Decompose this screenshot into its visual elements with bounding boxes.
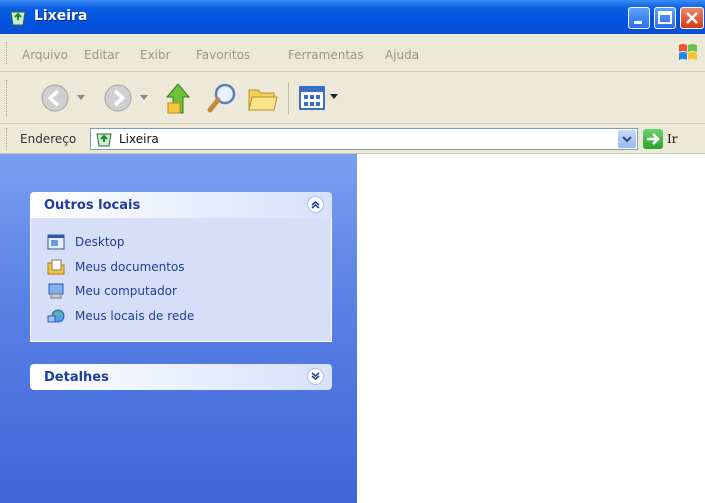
go-arrow-icon [647, 133, 660, 145]
file-list-area[interactable] [357, 154, 705, 503]
recycle-bin-icon [10, 11, 26, 26]
panel-header-outros-locais[interactable]: Outros locais [30, 192, 332, 218]
address-input[interactable]: Lixeira [90, 128, 638, 150]
task-pane: Outros locais Desktop Meus documentos Me… [0, 154, 357, 503]
menu-grip[interactable] [6, 42, 10, 64]
views-dropdown-icon[interactable] [330, 94, 338, 100]
address-dropdown-button[interactable] [618, 130, 636, 148]
panel-title-outros-locais: Outros locais [44, 198, 141, 213]
expand-button[interactable] [307, 368, 324, 385]
menu-arquivo[interactable]: Arquivo [22, 48, 68, 62]
title-bar[interactable]: Lixeira [0, 0, 705, 34]
recycle-bin-icon [96, 133, 112, 147]
views-icon[interactable] [298, 84, 328, 112]
my-computer-icon [48, 283, 64, 299]
menu-bar: Arquivo Editar Exibr Favoritos Ferrament… [0, 34, 705, 72]
location-label: Meu computador [75, 284, 177, 298]
chevron-down-icon [622, 136, 632, 143]
menu-favoritos[interactable]: Favoritos [196, 48, 250, 62]
go-label[interactable]: Ir [667, 132, 677, 146]
location-label: Meus documentos [75, 260, 185, 274]
minimize-button[interactable] [628, 7, 650, 29]
folders-icon[interactable] [246, 82, 280, 114]
address-grip[interactable] [6, 128, 10, 150]
explorer-window: Lixeira Arquivo Editar Exibr Favoritos F… [0, 0, 705, 503]
collapse-button[interactable] [307, 196, 324, 213]
menu-ajuda[interactable]: Ajuda [385, 48, 419, 62]
location-label: Desktop [75, 235, 125, 249]
back-icon[interactable] [40, 83, 70, 113]
maximize-button[interactable] [654, 7, 676, 29]
windows-logo-icon [679, 44, 697, 60]
network-places-icon [47, 309, 65, 323]
address-bar: Endereço Lixeira Ir [0, 124, 705, 154]
panel-header-detalhes[interactable]: Detalhes [30, 364, 332, 390]
chevron-up-icon [311, 201, 320, 209]
panel-title-detalhes: Detalhes [44, 370, 109, 385]
forward-dropdown-icon[interactable] [139, 94, 149, 102]
panel-body-outros-locais: Desktop Meus documentos Meu computador M… [30, 218, 332, 342]
forward-icon[interactable] [103, 83, 133, 113]
menu-editar[interactable]: Editar [84, 48, 120, 62]
menu-ferramentas[interactable]: Ferramentas [288, 48, 364, 62]
location-label: Meus locais de rede [75, 309, 195, 323]
close-icon [686, 12, 698, 24]
maximize-icon [658, 11, 672, 24]
toolbar [0, 72, 705, 124]
toolbar-separator [288, 82, 289, 114]
address-value: Lixeira [119, 132, 159, 146]
window-title: Lixeira [34, 8, 88, 24]
go-button[interactable] [643, 129, 663, 149]
chevron-down-icon [311, 372, 320, 380]
address-label: Endereço [20, 132, 77, 146]
up-folder-icon[interactable] [164, 81, 192, 115]
menu-exibir[interactable]: Exibr [140, 48, 171, 62]
search-icon[interactable] [206, 81, 240, 115]
my-documents-icon [47, 259, 65, 275]
minimize-icon [634, 21, 642, 24]
desktop-icon [47, 234, 65, 250]
close-button[interactable] [680, 7, 704, 29]
toolbar-grip[interactable] [6, 80, 10, 116]
back-dropdown-icon[interactable] [76, 94, 86, 102]
